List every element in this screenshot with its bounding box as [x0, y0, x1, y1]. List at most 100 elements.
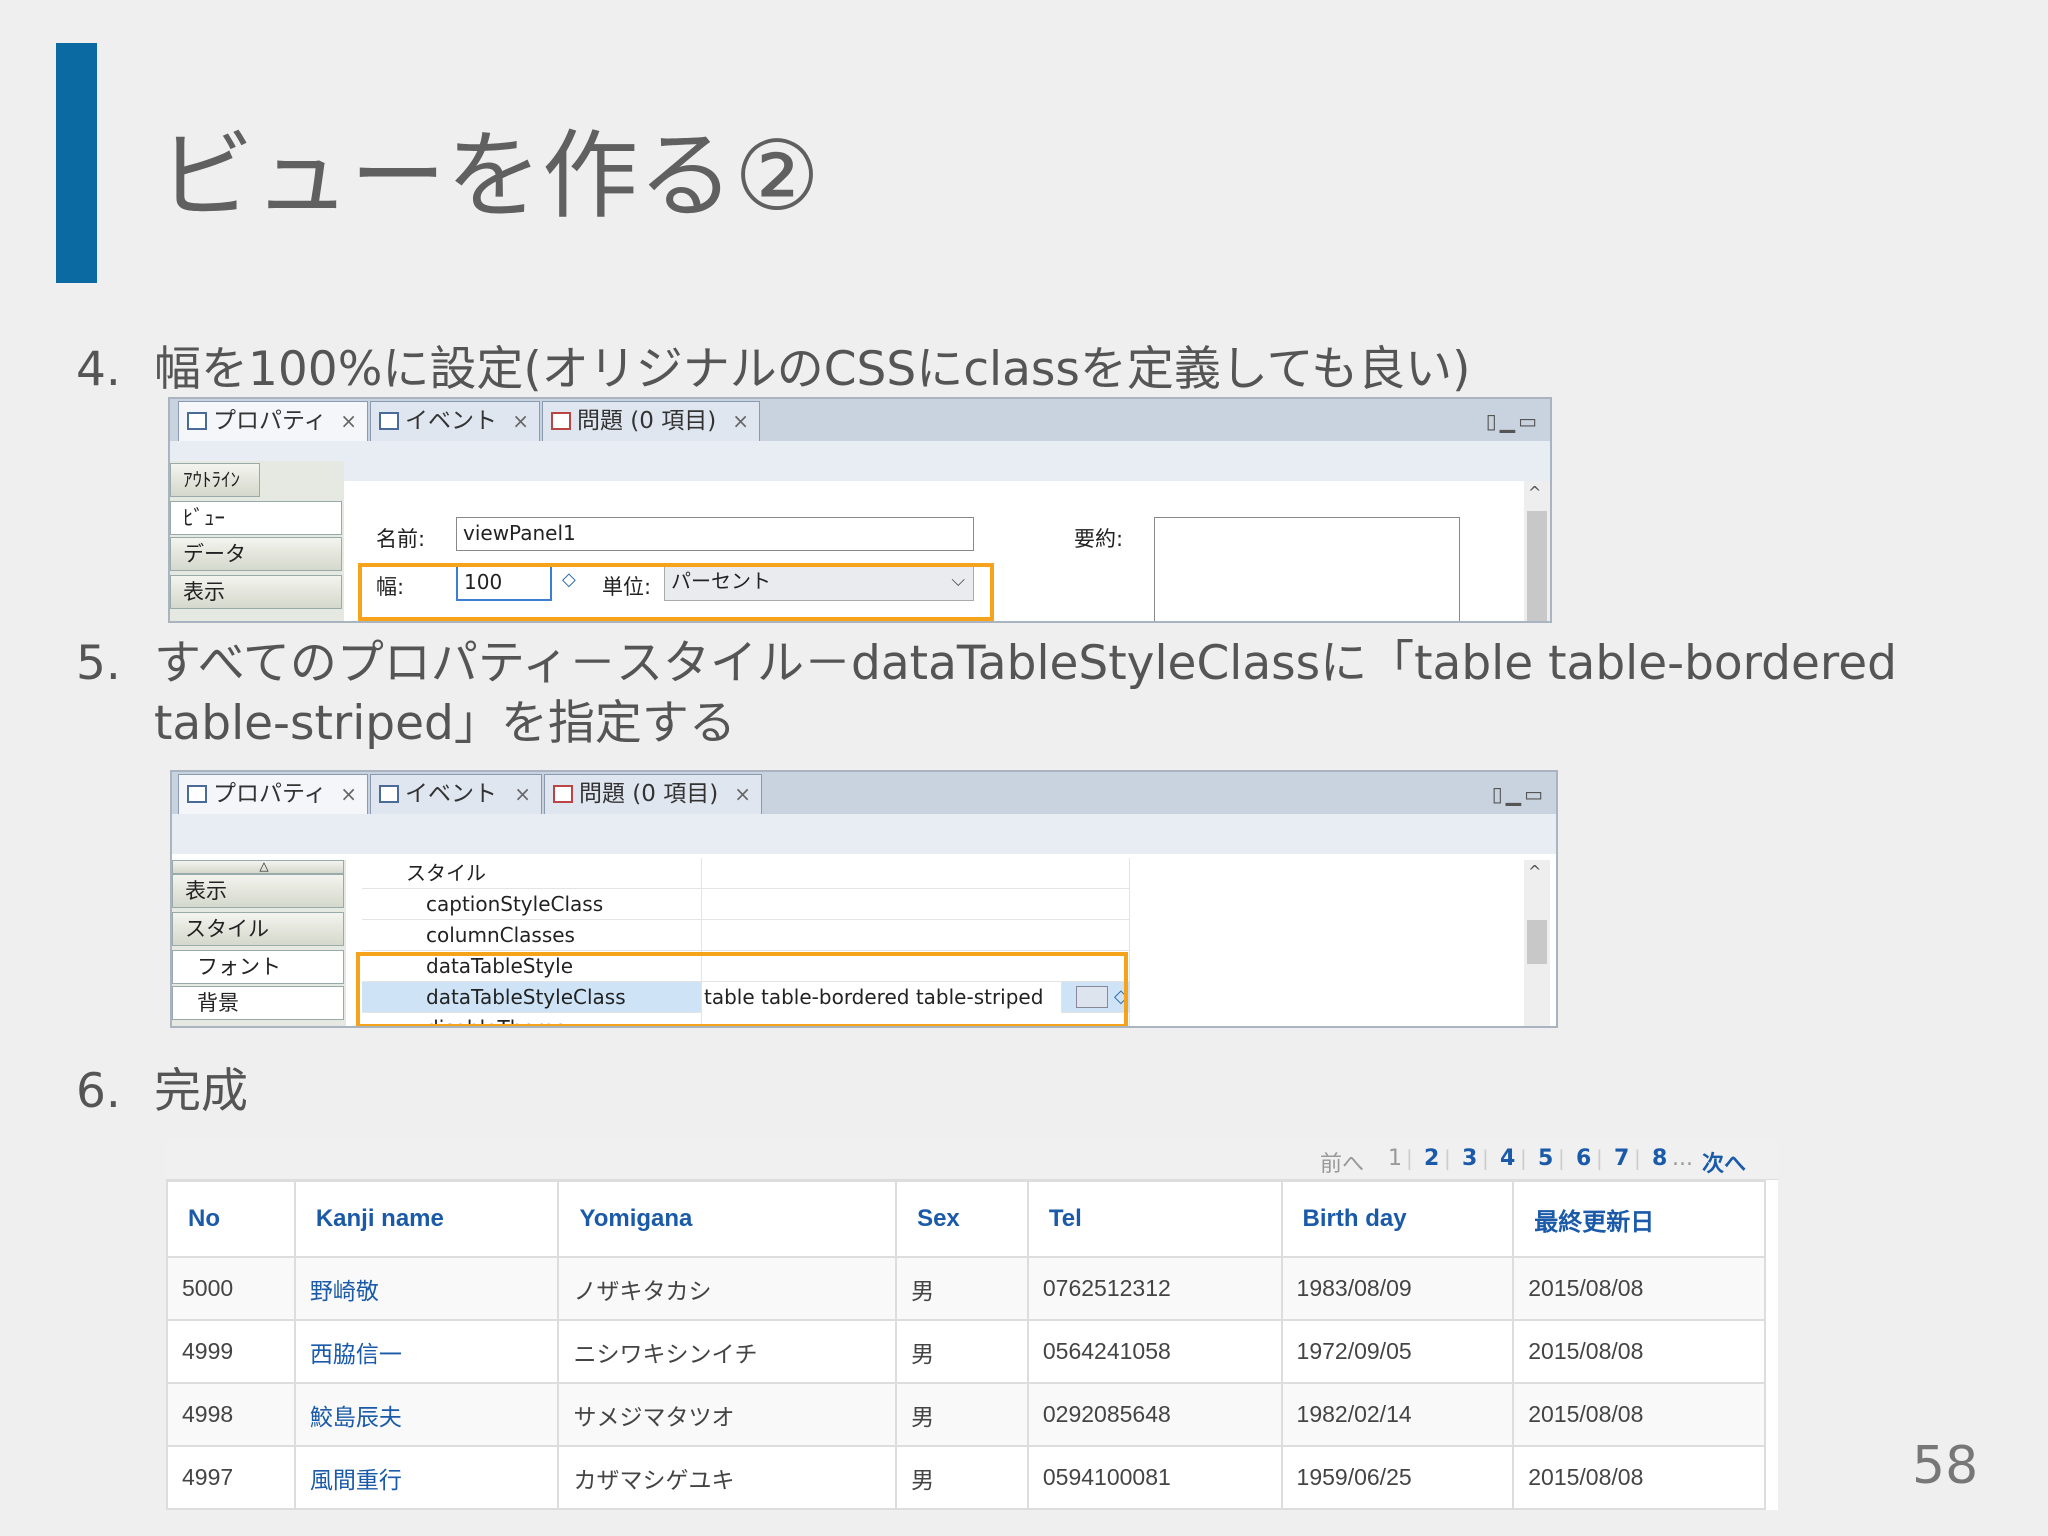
tab-problems[interactable]: 問題 (0 項目) ×: [544, 774, 762, 814]
sidebar-item-background[interactable]: 背景: [172, 986, 344, 1020]
highlight-box: [356, 952, 1128, 1026]
event-icon: [379, 412, 399, 430]
pager-prev[interactable]: 前へ: [1320, 1146, 1364, 1178]
tab-events[interactable]: イベント ×: [370, 401, 540, 441]
column-header[interactable]: 最終更新日: [1512, 1180, 1766, 1258]
sidebar-item-view[interactable]: ﾋﾞｭｰ: [170, 501, 342, 535]
table-row: 4997 風間重行 カザマシゲユキ 男 0594100081 1959/06/2…: [166, 1445, 1766, 1510]
pager-page-7[interactable]: 7: [1614, 1146, 1629, 1171]
scrollbar[interactable]: ^: [1524, 481, 1550, 621]
sidebar-item-font[interactable]: フォント: [172, 950, 344, 984]
pager-ellipsis: ...: [1672, 1146, 1693, 1171]
window-controls-icon[interactable]: ▯▁▭: [1486, 409, 1540, 433]
tab-problems[interactable]: 問題 (0 項目) ×: [542, 401, 760, 441]
cell-tel: 0564241058: [1026, 1319, 1283, 1384]
close-icon[interactable]: ×: [340, 775, 357, 813]
summary-field[interactable]: [1154, 517, 1460, 621]
pager-page-5[interactable]: 5: [1538, 1146, 1553, 1171]
close-icon[interactable]: ×: [340, 402, 357, 440]
cell-updated: 2015/08/08: [1512, 1256, 1766, 1321]
tab-properties[interactable]: プロパティ ×: [178, 774, 368, 814]
slide-title: ビューを作る②: [158, 120, 821, 232]
collapse-arrow-icon[interactable]: △: [172, 860, 344, 874]
summary-label: 要約:: [1074, 527, 1124, 551]
close-icon[interactable]: ×: [734, 775, 751, 813]
step-6: 6. 完成: [76, 1062, 248, 1122]
cell-kanji-name-link[interactable]: 風間重行: [293, 1445, 560, 1510]
properties-panel-width: プロパティ × イベント × 問題 (0 項目) × ▯▁▭ ｱｳﾄﾗｲﾝ ﾋﾞｭｰ …: [168, 397, 1552, 623]
property-row[interactable]: columnClasses: [362, 920, 1130, 951]
close-icon[interactable]: ×: [732, 402, 749, 440]
toolbar: [172, 814, 1556, 854]
cell-yomigana: ノザキタカシ: [557, 1256, 898, 1321]
close-icon[interactable]: ×: [514, 775, 531, 813]
tab-properties[interactable]: プロパティ ×: [178, 401, 368, 441]
page-number: 58: [1912, 1436, 1979, 1496]
scroll-thumb[interactable]: [1527, 511, 1547, 621]
name-field[interactable]: viewPanel1: [456, 517, 974, 551]
step-text: すべてのプロパティ－スタイル－dataTableStyleClassに「tabl…: [154, 636, 1897, 691]
property-section: スタイル: [362, 858, 1130, 889]
sidebar-item-outline[interactable]: ｱｳﾄﾗｲﾝ: [170, 463, 260, 497]
cell-sex: 男: [895, 1319, 1029, 1384]
cell-yomigana: サメジマタツオ: [557, 1382, 898, 1447]
window-controls-icon[interactable]: ▯▁▭: [1492, 782, 1546, 806]
column-header[interactable]: Sex: [895, 1180, 1029, 1258]
tab-events[interactable]: イベント ×: [370, 774, 542, 814]
pager-page-6[interactable]: 6: [1576, 1146, 1591, 1171]
close-icon[interactable]: ×: [512, 402, 529, 440]
cell-updated: 2015/08/08: [1512, 1319, 1766, 1384]
step-number: 5.: [76, 636, 121, 691]
cell-kanji-name-link[interactable]: 野崎敬: [293, 1256, 560, 1321]
column-header[interactable]: Birth day: [1280, 1180, 1515, 1258]
step-number: 6.: [76, 1064, 121, 1119]
cell-no: 4997: [166, 1445, 296, 1510]
cell-kanji-name-link[interactable]: 鮫島辰夫: [293, 1382, 560, 1447]
step-4: 4. 幅を100%に設定(オリジナルのCSSにclassを定義しても良い): [76, 340, 1470, 400]
table-row: 4999 西脇信一 ニシワキシンイチ 男 0564241058 1972/09/…: [166, 1319, 1766, 1384]
cell-sex: 男: [895, 1445, 1029, 1510]
cell-no: 4999: [166, 1319, 296, 1384]
scroll-thumb[interactable]: [1527, 920, 1547, 964]
cell-yomigana: カザマシゲユキ: [557, 1445, 898, 1510]
chevron-up-icon: ^: [1528, 862, 1542, 881]
column-header[interactable]: Tel: [1026, 1180, 1283, 1258]
cell-kanji-name-link[interactable]: 西脇信一: [293, 1319, 560, 1384]
toolbar: [170, 441, 1550, 481]
pager: 前へ 1 | 2 | 3 | 4 | 5 | 6 | 7 | 8 ... 次へ: [166, 1138, 1778, 1180]
side-nav: ｱｳﾄﾗｲﾝ ﾋﾞｭｰ データ 表示: [170, 461, 344, 621]
sidebar-item-display[interactable]: 表示: [172, 874, 344, 908]
cell-birthday: 1983/08/09: [1280, 1256, 1515, 1321]
sidebar-item-style[interactable]: スタイル: [172, 912, 344, 946]
column-header[interactable]: Kanji name: [293, 1180, 560, 1258]
tab-bar: プロパティ × イベント × 問題 (0 項目) × ▯▁▭: [170, 399, 1550, 441]
column-header[interactable]: No: [166, 1180, 296, 1258]
pager-next[interactable]: 次へ: [1702, 1146, 1746, 1178]
column-header[interactable]: Yomigana: [557, 1180, 898, 1258]
cell-no: 4998: [166, 1382, 296, 1447]
sidebar-item-data[interactable]: データ: [170, 537, 342, 571]
cell-tel: 0292085648: [1026, 1382, 1283, 1447]
problems-icon: [553, 785, 573, 803]
result-table-panel: 前へ 1 | 2 | 3 | 4 | 5 | 6 | 7 | 8 ... 次へ …: [166, 1138, 1778, 1510]
step-text: 幅を100%に設定(オリジナルのCSSにclassを定義しても良い): [154, 342, 1471, 397]
step-number: 4.: [76, 342, 121, 397]
pager-page-3[interactable]: 3: [1462, 1146, 1477, 1171]
step-5: 5. すべてのプロパティ－スタイル－dataTableStyleClassに「ta…: [76, 634, 1897, 751]
cell-tel: 0594100081: [1026, 1445, 1283, 1510]
sidebar-item-display[interactable]: 表示: [170, 575, 342, 609]
pager-page-8[interactable]: 8: [1652, 1146, 1667, 1171]
table-row: 5000 野崎敬 ノザキタカシ 男 0762512312 1983/08/09 …: [166, 1256, 1766, 1321]
pager-page-1[interactable]: 1: [1388, 1146, 1402, 1171]
property-row[interactable]: captionStyleClass: [362, 889, 1130, 920]
cell-sex: 男: [895, 1382, 1029, 1447]
pager-page-2[interactable]: 2: [1424, 1146, 1439, 1171]
pager-page-4[interactable]: 4: [1500, 1146, 1515, 1171]
table-icon: [187, 412, 207, 430]
step-text-continued: table-striped」を指定する: [154, 696, 736, 751]
cell-no: 5000: [166, 1256, 296, 1321]
data-table: No Kanji name Yomigana Sex Tel Birth day…: [166, 1180, 1766, 1510]
table-icon: [187, 785, 207, 803]
step-text: 完成: [154, 1064, 248, 1119]
scrollbar[interactable]: ^: [1524, 860, 1550, 1026]
